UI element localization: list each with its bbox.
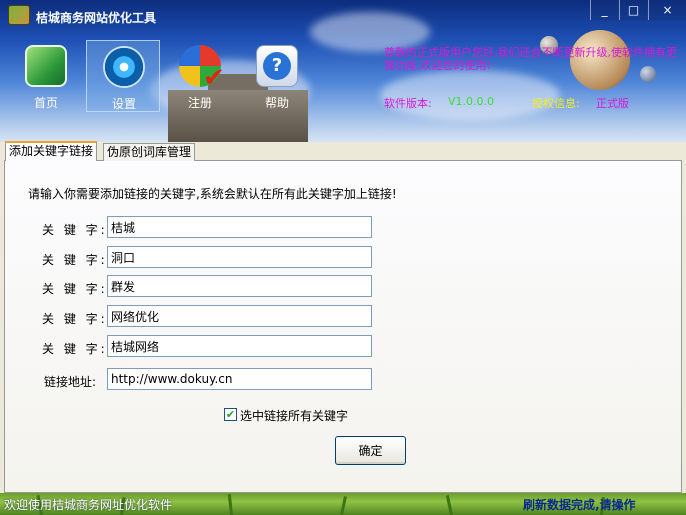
nav-item-label: 设置 xyxy=(111,97,136,111)
grass-decoration xyxy=(445,495,453,515)
keyword-input-5[interactable] xyxy=(107,335,372,357)
keyword-label: 关 键 字: xyxy=(42,253,108,267)
welcome-message: 尊敬的正式版用户您好,我们还会不断更新升级,使软件拥有更强功能,欢迎您的使用! xyxy=(384,46,677,72)
keyword-input-4[interactable] xyxy=(107,305,372,327)
license-value: 正式版 xyxy=(596,97,629,110)
checkmark-icon: ✔ xyxy=(203,63,225,93)
license-label: 授权信息: xyxy=(532,97,580,110)
close-button[interactable]: × xyxy=(648,0,686,20)
status-refresh-message: 刷新数据完成,请操作 xyxy=(523,498,636,512)
header-banner: 桔城商务网站优化工具 _ □ × 首页 设置 ✔ 注册 ? 帮助 尊敬的正式版用… xyxy=(0,0,686,142)
status-message: 欢迎使用桔城商务网址优化软件 xyxy=(4,498,173,512)
nav-item-home[interactable]: 首页 xyxy=(9,40,83,112)
nav-item-help[interactable]: ? 帮助 xyxy=(240,40,314,112)
home-icon xyxy=(25,45,67,87)
app-window: 桔城商务网站优化工具 _ □ × 首页 设置 ✔ 注册 ? 帮助 尊敬的正式版用… xyxy=(0,0,686,515)
tab-thesaurus-management[interactable]: 伪原创词库管理 xyxy=(103,143,196,161)
keyword-label: 关 键 字: xyxy=(42,282,108,296)
tab-add-keyword-links[interactable]: 添加关键字链接 xyxy=(5,141,98,161)
checkbox-label: 选中链接所有关键字 xyxy=(240,409,349,423)
keyword-label: 关 键 字: xyxy=(42,342,108,356)
grass-decoration xyxy=(340,496,347,515)
keyword-label: 关 键 字: xyxy=(42,312,108,326)
instruction-text: 请输入你需要添加链接的关键字,系统会默认在所有此关键字加上链接! xyxy=(28,187,397,201)
keyword-label: 关 键 字: xyxy=(42,223,108,237)
url-input[interactable] xyxy=(107,368,372,390)
url-label: 链接地址: xyxy=(44,375,97,389)
keyword-input-1[interactable] xyxy=(107,216,372,238)
window-title: 桔城商务网站优化工具 xyxy=(36,11,157,25)
nav-item-register[interactable]: ✔ 注册 xyxy=(163,40,237,112)
status-bar: 欢迎使用桔城商务网址优化软件 刷新数据完成,请操作 xyxy=(0,493,686,515)
version-value: V1.0.0.0 xyxy=(448,95,495,108)
version-label: 软件版本: xyxy=(384,97,432,110)
app-logo-icon xyxy=(8,5,30,25)
help-icon: ? xyxy=(256,45,298,87)
maximize-button[interactable]: □ xyxy=(619,0,647,20)
settings-disc-icon xyxy=(103,46,145,88)
question-mark-icon: ? xyxy=(263,52,291,80)
nav-item-settings[interactable]: 设置 xyxy=(86,40,160,112)
grass-decoration xyxy=(227,493,233,515)
keyword-input-2[interactable] xyxy=(107,246,372,268)
nav-item-label: 帮助 xyxy=(264,96,289,110)
confirm-button[interactable]: 确定 xyxy=(335,436,406,465)
keyword-input-3[interactable] xyxy=(107,275,372,297)
select-all-checkbox[interactable]: ✔ xyxy=(224,408,237,421)
nav-item-label: 首页 xyxy=(33,96,58,110)
register-check-icon: ✔ xyxy=(179,45,225,91)
nav-item-label: 注册 xyxy=(187,96,212,110)
minimize-button[interactable]: _ xyxy=(590,0,618,20)
